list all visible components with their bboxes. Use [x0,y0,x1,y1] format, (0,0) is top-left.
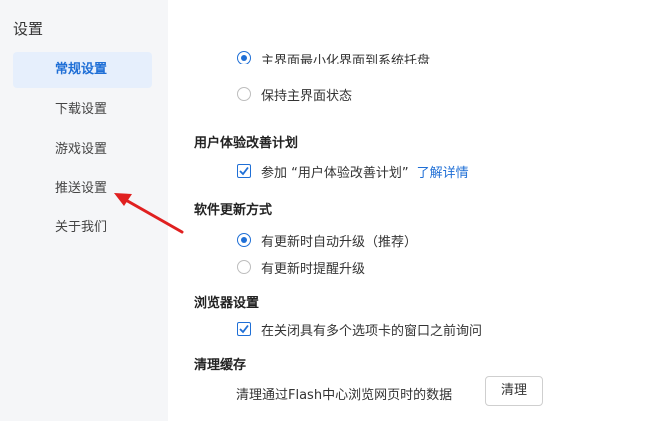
tray-minimize-radio[interactable] [237,51,251,64]
update-remind-radio[interactable] [237,260,251,274]
sidebar-item-general[interactable]: 常规设置 [13,52,152,88]
sidebar-title: 设置 [13,20,44,38]
browser-confirm-label: 在关闭具有多个选项卡的窗口之前询问 [261,323,483,339]
update-remind-label: 有更新时提醒升级 [261,261,366,277]
browser-confirm-checkbox[interactable] [237,322,251,336]
tray-keep-label: 保持主界面状态 [261,88,353,104]
cache-description: 清理通过Flash中心浏览网页时的数据 [236,387,453,403]
tray-minimize-label: 主界面最小化界面到系统托盘 [261,53,431,65]
tray-option-scroll-clip: 主界面最小化界面到系统托盘 [168,0,650,64]
ux-plan-row: 参加 “用户体验改善计划” 了解详情 [261,161,469,181]
update-auto-radio[interactable] [237,233,251,247]
ux-plan-heading: 用户体验改善计划 [194,136,299,151]
update-auto-label: 有更新时自动升级（推荐） [261,234,418,250]
sidebar-item-game[interactable]: 游戏设置 [13,132,152,168]
ux-plan-label: 参加 “用户体验改善计划” [261,165,409,181]
browser-heading: 浏览器设置 [194,296,260,311]
sidebar-item-download[interactable]: 下载设置 [13,92,152,128]
cache-heading: 清理缓存 [194,358,247,373]
clear-cache-button[interactable]: 清理 [485,376,543,406]
checkmark-icon [239,166,249,176]
tray-keep-radio[interactable] [237,87,251,101]
update-heading: 软件更新方式 [194,203,273,218]
checkmark-icon [239,324,249,334]
ux-plan-checkbox[interactable] [237,164,251,178]
annotation-arrow-icon [114,193,184,234]
settings-panel: 主界面最小化界面到系统托盘 保持主界面状态 用户体验改善计划 参加 “用户体验改… [168,0,650,421]
learn-more-link[interactable]: 了解详情 [417,162,469,181]
